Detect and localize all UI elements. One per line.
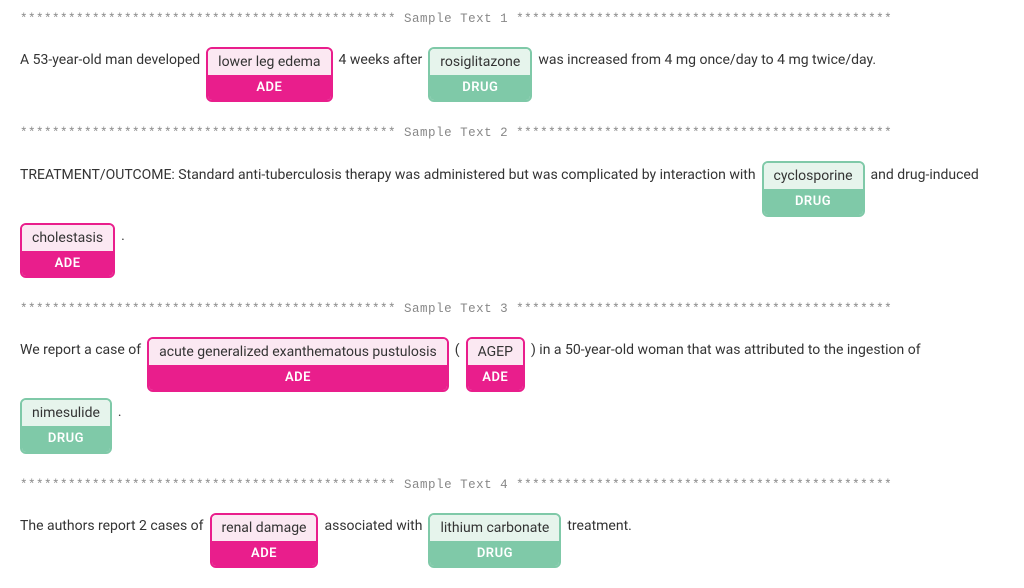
plain-text: We report a case of — [20, 337, 141, 365]
entity-label: DRUG — [430, 75, 530, 101]
sample-text-row: We report a case of acute generalized exa… — [20, 337, 1004, 454]
entity-ade: renal damageADE — [210, 513, 319, 569]
annotated-text-samples: ****************************************… — [20, 10, 1004, 568]
plain-text: 4 weeks after — [339, 47, 423, 75]
entity-label: ADE — [468, 365, 523, 391]
entity-text: nimesulide — [22, 400, 110, 426]
entity-ade: lower leg edemaADE — [206, 47, 332, 103]
sample-text-row: TREATMENT/OUTCOME: Standard anti-tubercu… — [20, 161, 1004, 278]
entity-ade: AGEPADE — [466, 337, 525, 393]
entity-drug: nimesulideDRUG — [20, 398, 112, 454]
entity-label: DRUG — [764, 189, 863, 215]
plain-text: associated with — [324, 513, 422, 541]
entity-text: renal damage — [212, 515, 317, 541]
entity-label: DRUG — [22, 426, 110, 452]
entity-text: acute generalized exanthematous pustulos… — [149, 339, 447, 365]
sample-header: ****************************************… — [20, 10, 1004, 29]
plain-text: TREATMENT/OUTCOME: Standard anti-tubercu… — [20, 161, 756, 189]
entity-text: cyclosporine — [764, 163, 863, 189]
plain-text: treatment. — [567, 513, 632, 541]
entity-text: lithium carbonate — [430, 515, 559, 541]
sample-header: ****************************************… — [20, 476, 1004, 495]
entity-label: ADE — [212, 541, 317, 567]
entity-label: ADE — [22, 251, 113, 277]
plain-text: The authors report 2 cases of — [20, 513, 204, 541]
entity-text: rosiglitazone — [430, 49, 530, 75]
sample-text-row: The authors report 2 cases ofrenal damag… — [20, 513, 1004, 569]
entity-text: AGEP — [468, 339, 523, 365]
entity-ade: acute generalized exanthematous pustulos… — [147, 337, 449, 393]
sample-text-row: A 53-year-old man developedlower leg ede… — [20, 47, 1004, 103]
entity-text: lower leg edema — [208, 49, 330, 75]
entity-drug: lithium carbonateDRUG — [428, 513, 561, 569]
plain-text: . — [118, 398, 122, 426]
plain-text: was increased from 4 mg once/day to 4 mg… — [538, 47, 876, 75]
entity-label: ADE — [149, 365, 447, 391]
entity-text: cholestasis — [22, 225, 113, 251]
entity-ade: cholestasisADE — [20, 223, 115, 279]
sample-header: ****************************************… — [20, 124, 1004, 143]
plain-text: and drug-induced — [871, 161, 979, 189]
entity-label: DRUG — [430, 541, 559, 567]
plain-text: A 53-year-old man developed — [20, 47, 200, 75]
entity-drug: cyclosporineDRUG — [762, 161, 865, 217]
sample-header: ****************************************… — [20, 300, 1004, 319]
plain-text: . — [121, 223, 125, 251]
plain-text: ) in a 50-year-old woman that was attrib… — [531, 337, 921, 365]
plain-text: ( — [455, 337, 460, 365]
entity-label: ADE — [208, 75, 330, 101]
entity-drug: rosiglitazoneDRUG — [428, 47, 532, 103]
